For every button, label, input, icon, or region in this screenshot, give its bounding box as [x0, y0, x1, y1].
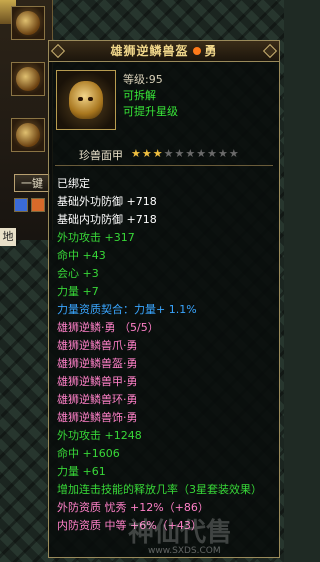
ornament-icon [50, 43, 66, 59]
attribute-line: 增加连击技能的释放几率（3星套装效果） [57, 483, 262, 496]
star-icon: ★ [174, 147, 185, 160]
star-icon: ★ [218, 147, 228, 160]
attribute-line: 命中 +1606 [57, 447, 120, 460]
item-name: 雄狮逆鳞兽盔 [110, 44, 189, 58]
upgrade-status: 可提升星级 [123, 105, 178, 118]
attribute-line: 命中 +43 [57, 249, 106, 262]
attribute-line: 基础内功防御 +718 [57, 213, 157, 226]
attribute-line: 雄狮逆鳞兽饰·勇 [57, 411, 138, 424]
item-title-bar: 雄狮逆鳞兽盔 勇 [49, 41, 279, 62]
one-click-button[interactable]: 一键 [14, 174, 50, 192]
item-icon [16, 11, 40, 35]
divider [55, 165, 273, 166]
watermark-text: 神仙代售 [128, 518, 233, 548]
gem-icon[interactable] [14, 198, 28, 212]
attribute-line: 雄狮逆鳞兽爪·勇 [57, 339, 138, 352]
lion-helmet-icon [56, 70, 116, 130]
star-icon: ★ [185, 147, 196, 160]
left-partial-window: 一键 地 [0, 0, 53, 246]
star-icon: ★ [196, 147, 207, 160]
attribute-line: 雄狮逆鳞·勇 （5/5） [57, 321, 159, 334]
side-tab[interactable]: 地 [0, 228, 16, 246]
item-tooltip: 雄狮逆鳞兽盔勇 等级:95 可拆解 可提升星级 珍兽面甲 ★ ★ ★ ★ ★ ★ ★ ★ ★ ★ … [48, 40, 280, 558]
star-icon: ★ [207, 147, 217, 160]
item-icon [16, 67, 40, 91]
star-icon: ★ [228, 147, 239, 160]
ornament-icon [262, 43, 278, 59]
item-name-suffix: 勇 [204, 44, 218, 58]
attribute-line: 已绑定 [57, 177, 90, 190]
attribute-line: 雄狮逆鳞兽盔·勇 [57, 357, 138, 370]
item-slot-3[interactable] [11, 118, 45, 152]
star-rating: ★ ★ ★ ★ ★ ★ ★ ★ ★ ★ [131, 146, 239, 162]
attribute-line: 力量资质契合：力量+ 1.1% [57, 303, 197, 316]
star-icon: ★ [152, 147, 163, 160]
dismantle-status: 可拆解 [123, 89, 156, 102]
attribute-line: 雄狮逆鳞兽环·勇 [57, 393, 138, 406]
attribute-line: 雄狮逆鳞兽甲·勇 [57, 375, 138, 388]
attribute-line: 基础外功防御 +718 [57, 195, 157, 208]
attribute-line: 外防资质 忧秀 +12%（+86） [57, 501, 209, 514]
item-slot-2[interactable] [11, 62, 45, 96]
star-icon: ★ [131, 147, 141, 160]
item-type-label: 珍兽面甲 [79, 149, 123, 162]
item-slot-1[interactable] [11, 6, 45, 40]
grade-dot-icon [192, 47, 201, 55]
attribute-line: 外功攻击 +317 [57, 231, 135, 244]
star-icon: ★ [141, 147, 152, 160]
star-icon: ★ [163, 147, 174, 160]
attribute-list: 已绑定基础外功防御 +718 基础内功防御 +718 外功攻击 +317 命中 +43… [57, 175, 273, 535]
item-info: 等级:95 可拆解 可提升星级 [123, 72, 178, 120]
watermark-site: www.SXDS.COM [148, 546, 221, 556]
star-row: 珍兽面甲 ★ ★ ★ ★ ★ ★ ★ ★ ★ ★ [49, 147, 279, 163]
watermark: 神仙代售 www.SXDS.COM [128, 518, 278, 558]
item-icon [16, 123, 40, 147]
attribute-line: 外功攻击 +1248 [57, 429, 142, 442]
attribute-line: 会心 +3 [57, 267, 99, 280]
item-level: 等级:95 [123, 73, 163, 86]
attribute-line: 力量 +7 [57, 285, 99, 298]
attribute-line: 力量 +61 [57, 465, 106, 478]
flame-icon[interactable] [31, 198, 45, 212]
